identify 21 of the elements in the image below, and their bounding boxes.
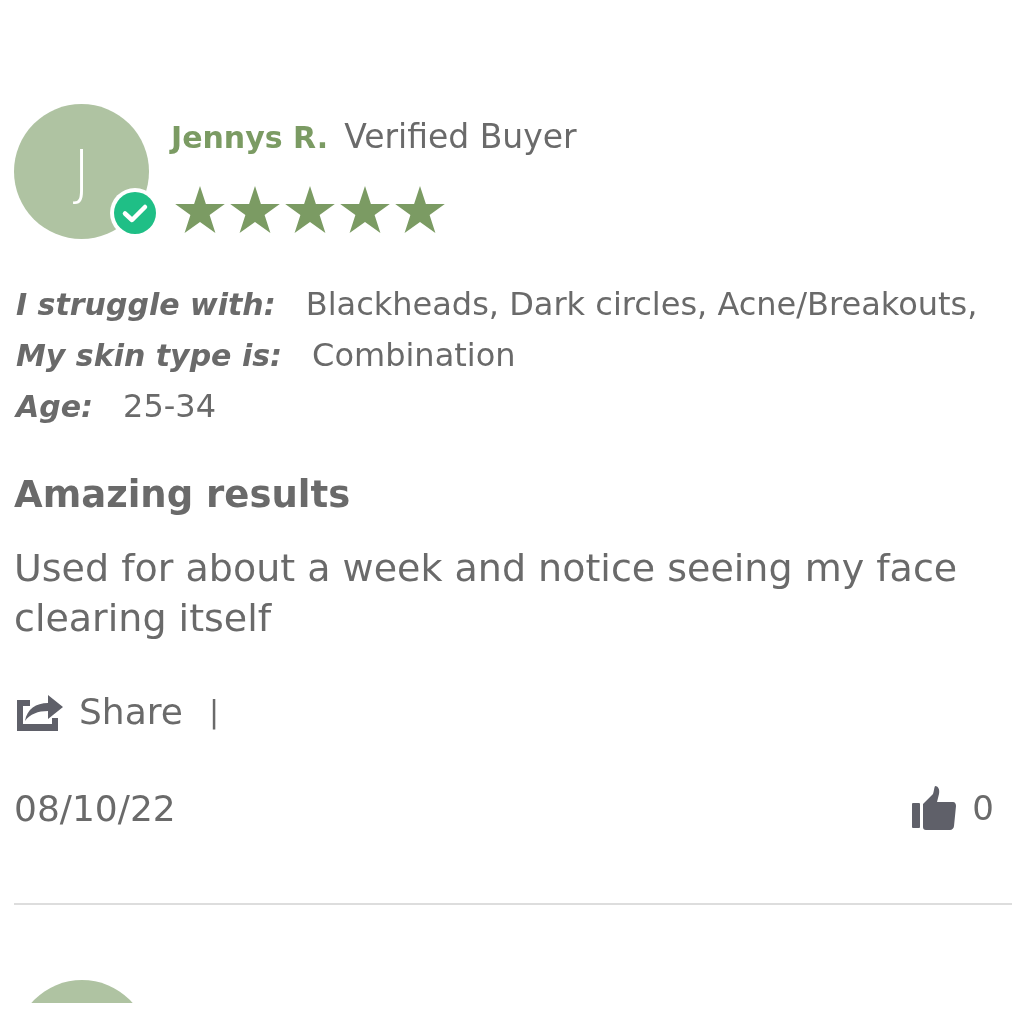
review-date: 08/10/22 (14, 787, 176, 829)
attribute-value: 25-34 (123, 386, 217, 427)
star-icon (175, 186, 225, 234)
reviewer-name: Jennys R. (171, 120, 329, 155)
separator-text: | (208, 693, 219, 729)
share-button[interactable]: Share (14, 690, 183, 732)
attribute-value: Combination (312, 335, 516, 376)
star-icon (395, 186, 445, 234)
avatar: J (14, 104, 149, 239)
review-text: Used for about a week and notice seeing my face clearing itself (14, 545, 959, 642)
thumbs-up-icon (912, 786, 957, 830)
attribute-value: Blackheads, Dark circles, Acne/Breakouts, (305, 284, 978, 325)
review-title: Amazing results (14, 473, 352, 517)
verified-buyer-label: Verified Buyer (344, 117, 577, 156)
attribute-label: My skin type is: (16, 337, 283, 375)
star-icon (230, 186, 280, 234)
star-icon (285, 186, 335, 234)
attribute-label: Age: (16, 388, 94, 426)
attribute-label: I struggle with: (16, 286, 276, 324)
helpful-button[interactable]: 0 (912, 786, 994, 830)
star-icon (340, 186, 390, 234)
